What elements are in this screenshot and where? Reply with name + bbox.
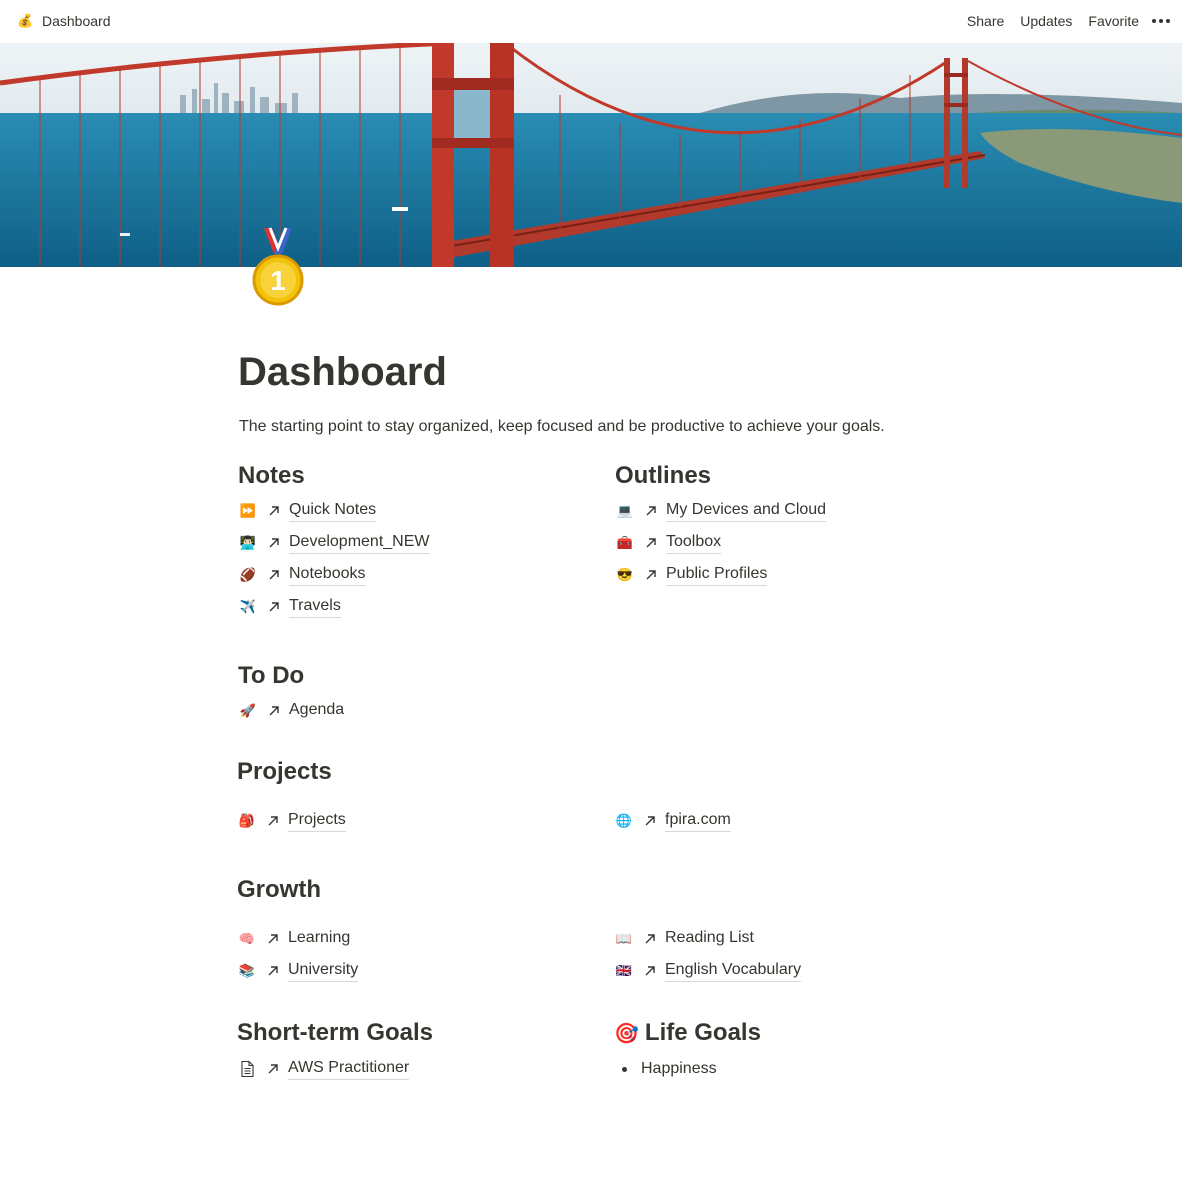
link-label: Learning: [288, 929, 351, 946]
link-label: Development_NEW: [289, 532, 430, 554]
link-label: English Vocabulary: [665, 960, 802, 982]
link-public-profiles[interactable]: 😎 Public Profiles: [616, 563, 768, 587]
bullet-icon: [622, 1066, 627, 1072]
link-english-vocabulary[interactable]: 🇬🇧 English Vocabulary: [615, 959, 802, 983]
books-icon: 📚: [238, 963, 256, 978]
medal-icon[interactable]: 1: [250, 226, 306, 306]
arrow-up-right-icon: [645, 934, 655, 944]
arrow-up-right-icon: [269, 506, 279, 516]
top-actions: Share Updates Favorite: [951, 12, 1170, 30]
heading-life-goals: 🎯 Life Goals: [614, 1018, 761, 1048]
arrow-up-right-icon: [646, 506, 656, 516]
arrow-up-right-icon: [269, 706, 279, 716]
link-development-new[interactable]: 👨🏻‍💻 Development_NEW: [239, 531, 430, 555]
breadcrumb[interactable]: 💰 Dashboard: [17, 12, 111, 30]
link-label: Agenda: [289, 701, 345, 718]
link-label: Notebooks: [289, 564, 366, 586]
favorite-button[interactable]: Favorite: [1088, 12, 1139, 30]
arrow-up-right-icon: [269, 570, 279, 580]
heading-short-term-goals: Short-term Goals: [237, 1019, 434, 1046]
backpack-icon: 🎒: [238, 813, 256, 828]
toolbox-icon: 🧰: [616, 535, 634, 550]
arrow-up-right-icon: [646, 538, 656, 548]
share-button[interactable]: Share: [967, 12, 1004, 30]
link-label: Public Profiles: [666, 564, 768, 586]
target-icon: 🎯: [614, 1022, 639, 1045]
list-item: Happiness: [614, 1057, 717, 1081]
link-label: Projects: [288, 810, 346, 832]
arrow-up-right-icon: [269, 602, 279, 612]
breadcrumb-label: Dashboard: [42, 13, 111, 29]
arrow-up-right-icon: [268, 934, 278, 944]
page-title: Dashboard: [238, 350, 447, 394]
arrow-up-right-icon: [646, 570, 656, 580]
laptop-icon: 💻: [616, 503, 634, 518]
top-bar: 💰 Dashboard Share Updates Favorite: [0, 0, 1182, 43]
link-toolbox[interactable]: 🧰 Toolbox: [616, 531, 722, 555]
arrow-up-right-icon: [268, 966, 278, 976]
link-learning[interactable]: 🧠 Learning: [238, 927, 350, 951]
svg-text:1: 1: [270, 265, 286, 296]
heading-notes: Notes: [238, 462, 305, 489]
link-aws-practitioner[interactable]: AWS Practitioner: [238, 1057, 410, 1081]
link-label: Travels: [289, 596, 341, 618]
technologist-icon: 👨🏻‍💻: [239, 535, 257, 550]
sunglasses-face-icon: 😎: [616, 567, 634, 582]
heading-growth: Growth: [237, 876, 321, 903]
fast-forward-icon: ⏩: [239, 503, 257, 518]
globe-icon: 🌐: [615, 813, 633, 828]
arrow-up-right-icon: [645, 966, 655, 976]
link-label: University: [288, 960, 359, 982]
arrow-up-right-icon: [268, 816, 278, 826]
page-description: The starting point to stay organized, ke…: [239, 418, 885, 435]
arrow-up-right-icon: [268, 1064, 278, 1074]
link-my-devices-and-cloud[interactable]: 💻 My Devices and Cloud: [616, 499, 827, 523]
football-icon: 🏈: [239, 567, 257, 582]
life-goals-title: Life Goals: [644, 1019, 761, 1046]
link-label: Quick Notes: [289, 500, 377, 522]
arrow-up-right-icon: [269, 538, 279, 548]
bullet-text: Happiness: [641, 1060, 717, 1077]
uk-flag-icon: 🇬🇧: [615, 963, 633, 978]
cover-image: [0, 43, 1182, 267]
link-fpira-com[interactable]: 🌐 fpira.com: [615, 809, 731, 833]
arrow-up-right-icon: [645, 816, 655, 826]
link-reading-list[interactable]: 📖 Reading List: [615, 927, 754, 951]
brain-icon: 🧠: [238, 931, 256, 946]
link-notebooks[interactable]: 🏈 Notebooks: [239, 563, 366, 587]
heading-todo: To Do: [238, 662, 305, 689]
page-icon: [241, 1060, 254, 1078]
link-label: My Devices and Cloud: [666, 500, 827, 522]
link-label: fpira.com: [665, 810, 731, 832]
heading-outlines: Outlines: [615, 462, 712, 489]
link-travels[interactable]: ✈️ Travels: [239, 595, 341, 619]
money-bag-icon: 💰: [17, 13, 34, 28]
link-agenda[interactable]: 🚀 Agenda: [239, 699, 344, 723]
open-book-icon: 📖: [615, 931, 633, 946]
link-label: Reading List: [665, 929, 754, 946]
link-quick-notes[interactable]: ⏩ Quick Notes: [239, 499, 377, 523]
updates-button[interactable]: Updates: [1020, 12, 1072, 30]
link-university[interactable]: 📚 University: [238, 959, 359, 983]
heading-projects: Projects: [237, 758, 332, 785]
link-projects[interactable]: 🎒 Projects: [238, 809, 346, 833]
link-label: Toolbox: [666, 532, 722, 554]
link-label: AWS Practitioner: [288, 1058, 410, 1080]
rocket-icon: 🚀: [239, 703, 257, 718]
more-options-icon[interactable]: [1152, 12, 1170, 30]
airplane-icon: ✈️: [239, 599, 257, 614]
